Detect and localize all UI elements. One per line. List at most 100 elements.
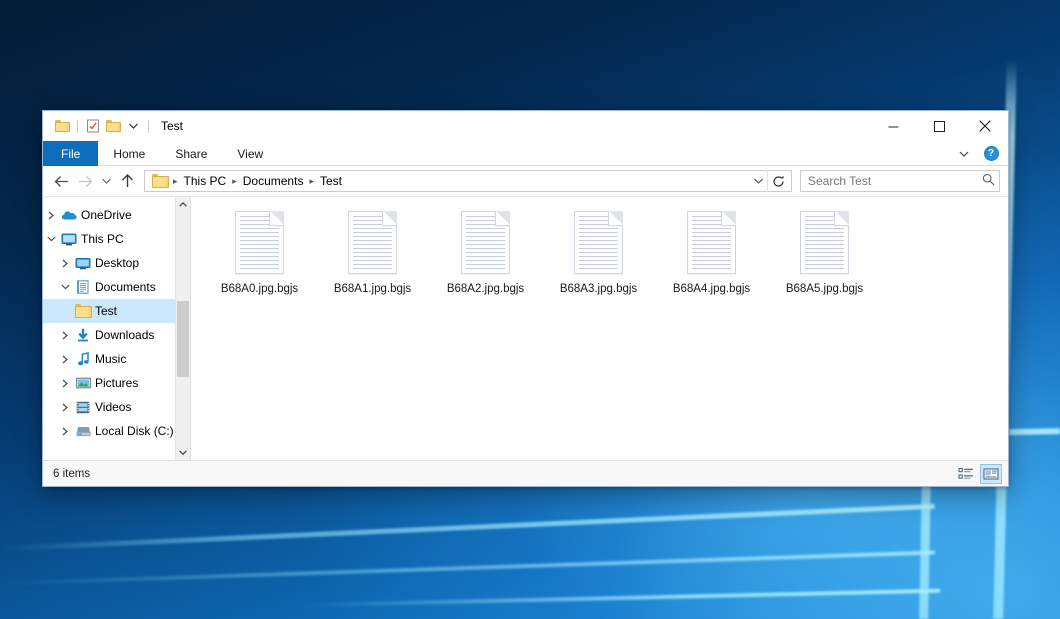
- help-button[interactable]: ?: [980, 143, 1002, 165]
- chevron-right-icon[interactable]: [57, 355, 73, 364]
- sidebar-item-videos[interactable]: Videos: [43, 395, 190, 419]
- pictures-icon: [73, 377, 93, 389]
- sidebar-item-onedrive[interactable]: OneDrive: [43, 203, 190, 227]
- scrollbar-thumb[interactable]: [177, 301, 189, 378]
- window-title: Test: [161, 120, 183, 132]
- search-icon: [982, 173, 995, 189]
- wallpaper-light-streak: [300, 589, 940, 608]
- computer-icon: [59, 233, 79, 246]
- file-name: B68A1.jpg.bgjs: [331, 281, 414, 297]
- customize-chevron-icon[interactable]: [123, 116, 143, 136]
- close-button[interactable]: [962, 111, 1008, 141]
- navigation-pane: OneDrive This PC: [43, 197, 191, 460]
- item-count-label: 6 items: [53, 468, 90, 480]
- title-bar: Test: [43, 111, 1008, 141]
- navigation-pane-scrollbar[interactable]: [175, 197, 190, 460]
- chevron-down-icon[interactable]: [57, 284, 73, 290]
- chevron-right-icon[interactable]: [57, 427, 73, 436]
- breadcrumb-separator[interactable]: ▸: [171, 176, 180, 187]
- file-list-pane[interactable]: B68A0.jpg.bgjs B68A1.jpg.bgjs B68A2.jpg.…: [191, 197, 1008, 460]
- wallpaper-light-streak: [0, 504, 934, 551]
- scroll-up-icon[interactable]: [176, 197, 190, 212]
- documents-icon: [73, 280, 93, 294]
- tab-file[interactable]: File: [43, 141, 98, 166]
- sidebar-item-test[interactable]: Test: [43, 299, 190, 323]
- file-item[interactable]: B68A3.jpg.bgjs: [542, 207, 655, 303]
- chevron-right-icon[interactable]: [43, 211, 59, 220]
- tab-share[interactable]: Share: [160, 141, 222, 166]
- breadcrumb-test[interactable]: Test: [316, 172, 346, 190]
- file-item[interactable]: B68A2.jpg.bgjs: [429, 207, 542, 303]
- maximize-button[interactable]: [916, 111, 962, 141]
- wallpaper-light-streak: [0, 551, 935, 586]
- file-grid: B68A0.jpg.bgjs B68A1.jpg.bgjs B68A2.jpg.…: [191, 197, 1008, 303]
- new-folder-icon[interactable]: [103, 116, 123, 136]
- downloads-icon: [73, 328, 93, 342]
- sidebar-item-label: OneDrive: [79, 208, 132, 222]
- scrollbar-track[interactable]: [176, 212, 190, 445]
- file-name: B68A0.jpg.bgjs: [218, 281, 301, 297]
- properties-icon[interactable]: [83, 116, 103, 136]
- folder-icon[interactable]: [52, 116, 72, 136]
- chevron-right-icon[interactable]: [57, 403, 73, 412]
- quick-access-toolbar: Test: [43, 111, 183, 141]
- file-explorer-window: Test File Home Share View: [42, 110, 1009, 487]
- file-name: B68A3.jpg.bgjs: [557, 281, 640, 297]
- search-box[interactable]: [800, 170, 1000, 192]
- file-item[interactable]: B68A1.jpg.bgjs: [316, 207, 429, 303]
- chevron-down-icon[interactable]: [953, 143, 975, 165]
- forward-button[interactable]: [73, 170, 97, 192]
- tab-view[interactable]: View: [222, 141, 278, 166]
- file-item[interactable]: B68A0.jpg.bgjs: [203, 207, 316, 303]
- generic-document-icon: [800, 211, 849, 274]
- generic-document-icon: [461, 211, 510, 274]
- sidebar-item-label: This PC: [79, 232, 124, 246]
- breadcrumb: ▸ This PC ▸ Documents ▸ Test: [150, 172, 749, 190]
- chevron-down-icon[interactable]: [749, 171, 767, 191]
- chevron-down-icon[interactable]: [43, 236, 59, 242]
- search-input[interactable]: [808, 174, 982, 188]
- breadcrumb-this-pc[interactable]: This PC: [180, 172, 231, 190]
- address-bar: ▸ This PC ▸ Documents ▸ Test: [43, 166, 1008, 196]
- breadcrumb-separator[interactable]: ▸: [230, 176, 239, 187]
- sidebar-item-label: Videos: [93, 400, 131, 414]
- file-item[interactable]: B68A4.jpg.bgjs: [655, 207, 768, 303]
- sidebar-item-label: Local Disk (C:): [93, 424, 174, 438]
- breadcrumb-bar[interactable]: ▸ This PC ▸ Documents ▸ Test: [144, 170, 792, 192]
- hard-drive-icon: [73, 425, 93, 437]
- chevron-right-icon[interactable]: [57, 331, 73, 340]
- refresh-icon[interactable]: [767, 170, 789, 192]
- chevron-right-icon[interactable]: [57, 259, 73, 268]
- generic-document-icon: [574, 211, 623, 274]
- sidebar-item-label: Desktop: [93, 256, 139, 270]
- details-view-button[interactable]: [955, 464, 977, 484]
- sidebar-item-desktop[interactable]: Desktop: [43, 251, 190, 275]
- file-name: B68A4.jpg.bgjs: [670, 281, 753, 297]
- recent-locations-button[interactable]: [97, 170, 115, 192]
- toolbar-divider: [77, 120, 78, 133]
- chevron-right-icon[interactable]: [57, 379, 73, 388]
- minimize-button[interactable]: [870, 111, 916, 141]
- breadcrumb-separator[interactable]: ▸: [307, 176, 316, 187]
- sidebar-item-pictures[interactable]: Pictures: [43, 371, 190, 395]
- sidebar-item-documents[interactable]: Documents: [43, 275, 190, 299]
- sidebar-item-music[interactable]: Music: [43, 347, 190, 371]
- sidebar-item-local-disk-c[interactable]: Local Disk (C:): [43, 419, 190, 443]
- back-button[interactable]: [49, 170, 73, 192]
- tab-home[interactable]: Home: [98, 141, 160, 166]
- ribbon-right-controls: ?: [953, 141, 1002, 166]
- large-icons-view-button[interactable]: [980, 464, 1002, 484]
- sidebar-item-this-pc[interactable]: This PC: [43, 227, 190, 251]
- breadcrumb-documents[interactable]: Documents: [239, 172, 308, 190]
- generic-document-icon: [235, 211, 284, 274]
- sidebar-item-label: Documents: [93, 280, 156, 294]
- music-note-icon: [73, 352, 93, 366]
- file-item[interactable]: B68A5.jpg.bgjs: [768, 207, 881, 303]
- folder-icon[interactable]: [150, 174, 171, 188]
- window-body: OneDrive This PC: [43, 196, 1008, 460]
- up-button[interactable]: [115, 170, 139, 192]
- sidebar-item-downloads[interactable]: Downloads: [43, 323, 190, 347]
- sidebar-item-label: Downloads: [93, 328, 154, 342]
- ribbon-tab-bar: File Home Share View ?: [43, 141, 1008, 166]
- scroll-down-icon[interactable]: [176, 445, 190, 460]
